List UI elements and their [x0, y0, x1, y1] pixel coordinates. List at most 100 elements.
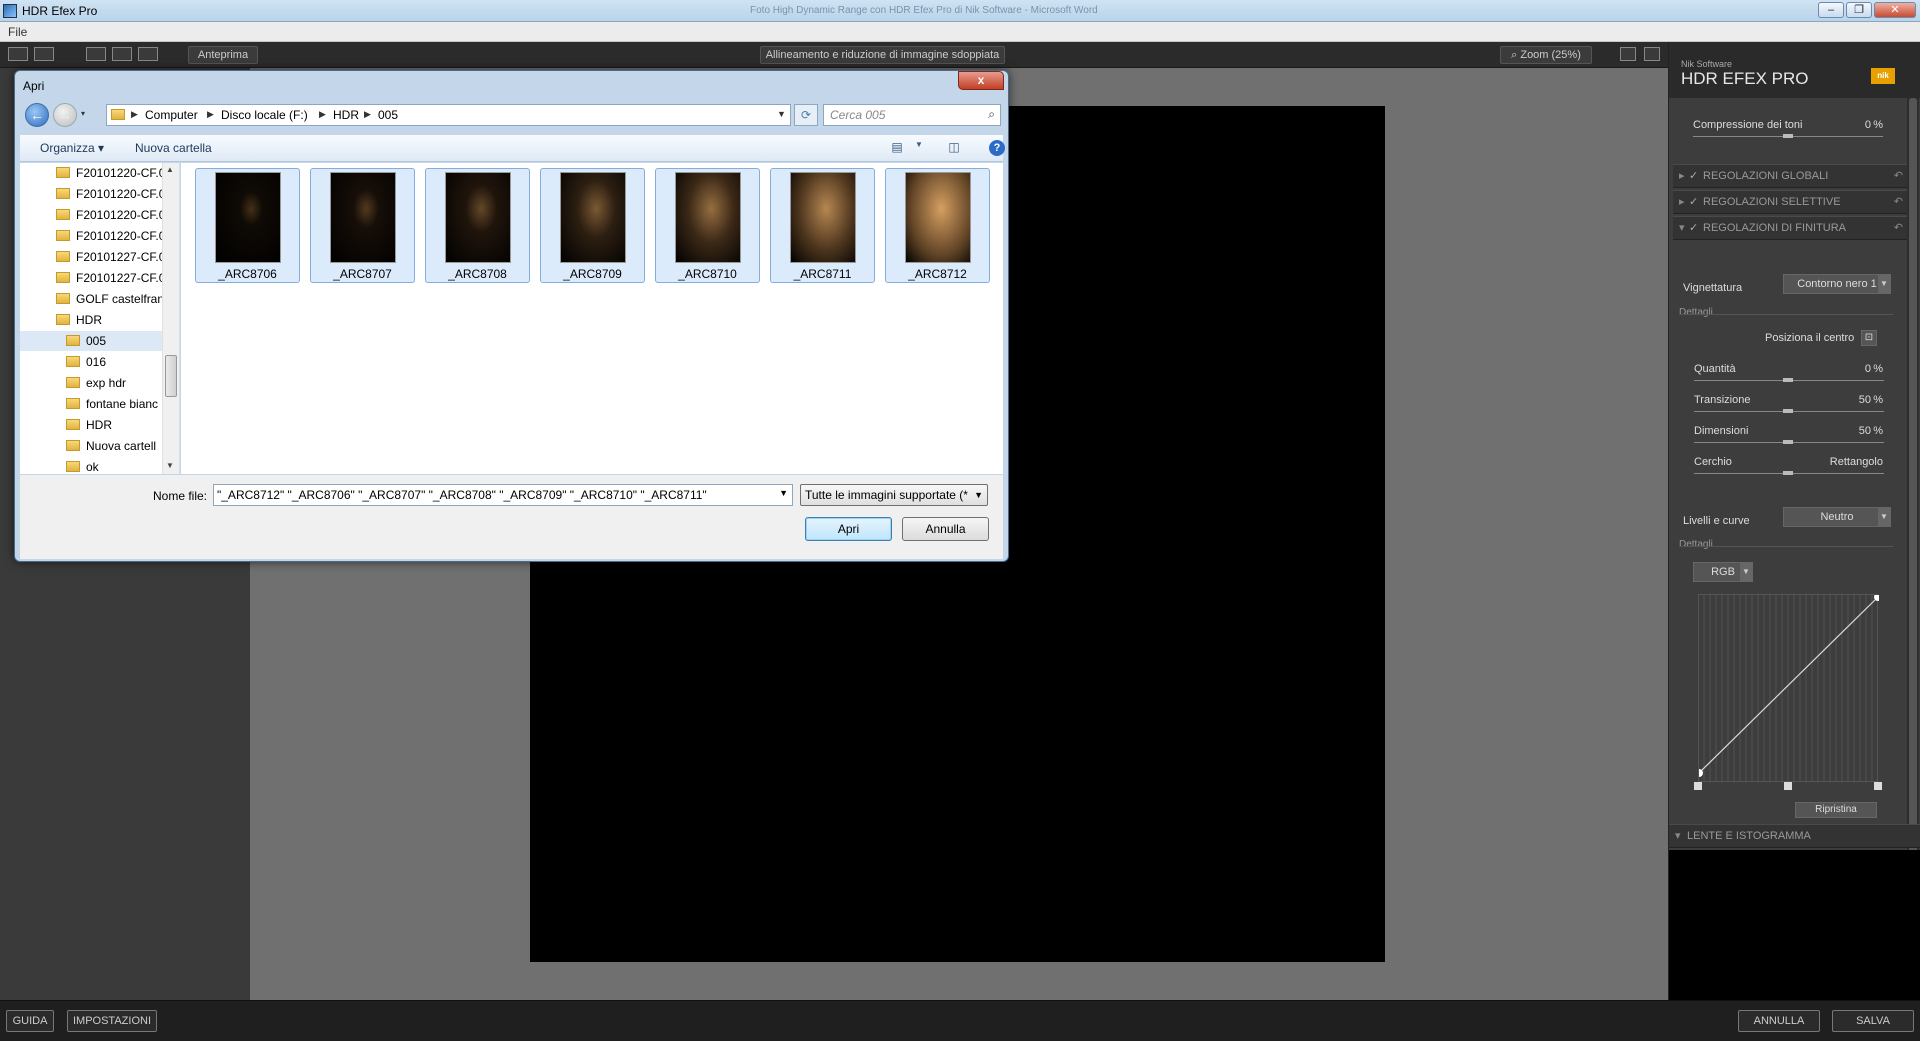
- alignment-button[interactable]: Allineamento e riduzione di immagine sdo…: [760, 46, 1005, 64]
- breadcrumb-separator-icon[interactable]: ▶: [319, 109, 326, 120]
- white-input-handle[interactable]: [1874, 782, 1882, 790]
- menu-file[interactable]: File: [8, 25, 27, 39]
- scroll-down-icon[interactable]: ▼: [166, 461, 174, 470]
- checkmark-icon[interactable]: ✓: [1689, 165, 1698, 187]
- tree-item[interactable]: fontane bianc: [20, 394, 162, 414]
- guide-button[interactable]: GUIDA: [6, 1010, 54, 1032]
- file-thumbnail[interactable]: _ARC8708: [425, 168, 530, 283]
- section-selective-adjustments[interactable]: ▸ ✓ REGOLAZIONI SELETTIVE ↶: [1673, 190, 1909, 214]
- side-by-side-icon[interactable]: [138, 47, 158, 61]
- dialog-cancel-button[interactable]: Annulla: [902, 517, 989, 541]
- change-view-icon[interactable]: ▤: [888, 140, 906, 156]
- refresh-icon[interactable]: ⟳: [794, 104, 818, 126]
- cancel-button[interactable]: ANNULLA: [1738, 1010, 1820, 1032]
- tree-item[interactable]: Nuova cartell: [20, 436, 162, 456]
- amount-knob[interactable]: [1783, 378, 1793, 382]
- dialog-close-button[interactable]: x: [958, 71, 1004, 90]
- tree-item[interactable]: GOLF castelfran: [20, 289, 162, 309]
- position-center-button[interactable]: ⊡: [1861, 330, 1877, 346]
- section-finishing-adjustments[interactable]: ▾ ✓ REGOLAZIONI DI FINITURA ↶: [1673, 216, 1909, 240]
- transition-knob[interactable]: [1783, 409, 1793, 413]
- file-thumbnail[interactable]: _ARC8706: [195, 168, 300, 283]
- tree-item[interactable]: F20101220-CF.0: [20, 205, 162, 225]
- breadcrumb-separator-icon[interactable]: ▶: [364, 109, 371, 120]
- new-folder-button[interactable]: Nuova cartella: [135, 141, 212, 155]
- file-type-filter[interactable]: Tutte le immagini supportate (* ▼: [800, 484, 988, 506]
- section-global-adjustments[interactable]: ▸ ✓ REGOLAZIONI GLOBALI ↶: [1673, 164, 1909, 188]
- tree-item[interactable]: F20101227-CF.0: [20, 268, 162, 288]
- tree-item[interactable]: HDR: [20, 415, 162, 435]
- vignette-details-label[interactable]: Dettagli: [1679, 307, 1713, 318]
- tree-item[interactable]: F20101227-CF.0: [20, 247, 162, 267]
- back-arrow-icon[interactable]: ←: [25, 103, 49, 127]
- chevron-down-icon[interactable]: ▼: [779, 488, 788, 498]
- reset-icon[interactable]: ↶: [1894, 191, 1903, 213]
- tree-item-selected[interactable]: 005: [20, 331, 162, 351]
- breadcrumb-computer[interactable]: Computer: [145, 108, 198, 122]
- black-input-handle[interactable]: [1694, 782, 1702, 790]
- search-icon[interactable]: ⌕: [988, 107, 995, 122]
- file-thumbnail[interactable]: _ARC8707: [310, 168, 415, 283]
- preview-pane-icon[interactable]: ◫: [945, 140, 963, 156]
- breadcrumb-separator-icon[interactable]: ▶: [131, 109, 138, 120]
- chevron-down-icon[interactable]: ▼: [777, 109, 786, 119]
- file-thumbnail[interactable]: _ARC8712: [885, 168, 990, 283]
- tree-item[interactable]: F20101220-CF.0: [20, 163, 162, 183]
- checkmark-icon[interactable]: ✓: [1689, 217, 1698, 239]
- recent-pages-icon[interactable]: ▾: [81, 109, 85, 118]
- reset-icon[interactable]: ↶: [1894, 217, 1903, 239]
- loupe-icon[interactable]: [1620, 47, 1636, 61]
- forward-arrow-icon[interactable]: →: [53, 103, 77, 127]
- scroll-up-icon[interactable]: ▲: [166, 165, 174, 174]
- settings-button[interactable]: IMPOSTAZIONI: [67, 1010, 157, 1032]
- tree-item[interactable]: F20101220-CF.0: [20, 226, 162, 246]
- checkmark-icon[interactable]: ✓: [1689, 191, 1698, 213]
- scrollbar-thumb[interactable]: [1909, 98, 1917, 858]
- search-field[interactable]: ⌕: [823, 104, 1001, 126]
- single-view-icon[interactable]: [8, 47, 28, 61]
- window-close-button[interactable]: ✕: [1874, 2, 1916, 18]
- zoom-button[interactable]: ⌕ Zoom (25%): [1500, 46, 1592, 64]
- maximize-button[interactable]: ❐: [1846, 2, 1872, 18]
- size-knob[interactable]: [1783, 440, 1793, 444]
- vignette-preset-dropdown[interactable]: Contorno nero 1 ▼: [1783, 274, 1891, 294]
- help-icon[interactable]: ?: [989, 140, 1005, 156]
- tree-item[interactable]: 016: [20, 352, 162, 372]
- save-button[interactable]: SALVA: [1832, 1010, 1914, 1032]
- preview-button[interactable]: Anteprima: [188, 46, 258, 64]
- breadcrumb-005[interactable]: 005: [378, 108, 398, 122]
- organize-button[interactable]: Organizza ▾: [40, 141, 104, 155]
- reset-levels-button[interactable]: Ripristina: [1795, 802, 1877, 818]
- breadcrumb-hdr[interactable]: HDR: [333, 108, 359, 122]
- tree-item[interactable]: F20101220-CF.0: [20, 184, 162, 204]
- breadcrumb[interactable]: ▶ Computer ▶ Disco locale (F:) ▶ HDR ▶ 0…: [106, 104, 791, 126]
- file-thumbnail[interactable]: _ARC8711: [770, 168, 875, 283]
- levels-preset-dropdown[interactable]: Neutro ▼: [1783, 507, 1891, 527]
- open-button[interactable]: Apri: [805, 517, 892, 541]
- filename-input[interactable]: [217, 487, 772, 503]
- scrollbar-thumb[interactable]: [165, 355, 177, 397]
- filename-field[interactable]: ▼: [213, 484, 793, 506]
- panel-scrollbar[interactable]: [1907, 98, 1919, 860]
- levels-details-label[interactable]: Dettagli: [1679, 539, 1713, 550]
- tree-item[interactable]: HDR: [20, 310, 162, 330]
- split-preview-icon[interactable]: [112, 47, 132, 61]
- tone-compression-knob[interactable]: [1783, 134, 1793, 138]
- breadcrumb-separator-icon[interactable]: ▶: [207, 109, 214, 120]
- fullscreen-icon[interactable]: [1644, 47, 1660, 61]
- breadcrumb-drive[interactable]: Disco locale (F:): [221, 108, 308, 122]
- search-input[interactable]: [830, 107, 980, 123]
- tree-scrollbar[interactable]: ▲ ▼: [162, 163, 179, 474]
- tree-item[interactable]: ok: [20, 457, 162, 477]
- reset-icon[interactable]: ↶: [1894, 165, 1903, 187]
- file-thumbnail[interactable]: _ARC8710: [655, 168, 760, 283]
- tree-item[interactable]: exp hdr: [20, 373, 162, 393]
- section-loupe-histogram[interactable]: ▾ LENTE E ISTOGRAMMA: [1669, 824, 1920, 848]
- chevron-down-icon[interactable]: ▼: [910, 140, 928, 156]
- channel-dropdown[interactable]: RGB ▼: [1693, 562, 1753, 582]
- mid-input-handle[interactable]: [1784, 782, 1792, 790]
- minimize-button[interactable]: –: [1818, 2, 1844, 18]
- circle-knob[interactable]: [1783, 471, 1793, 475]
- single-preview-icon[interactable]: [86, 47, 106, 61]
- file-thumbnail[interactable]: _ARC8709: [540, 168, 645, 283]
